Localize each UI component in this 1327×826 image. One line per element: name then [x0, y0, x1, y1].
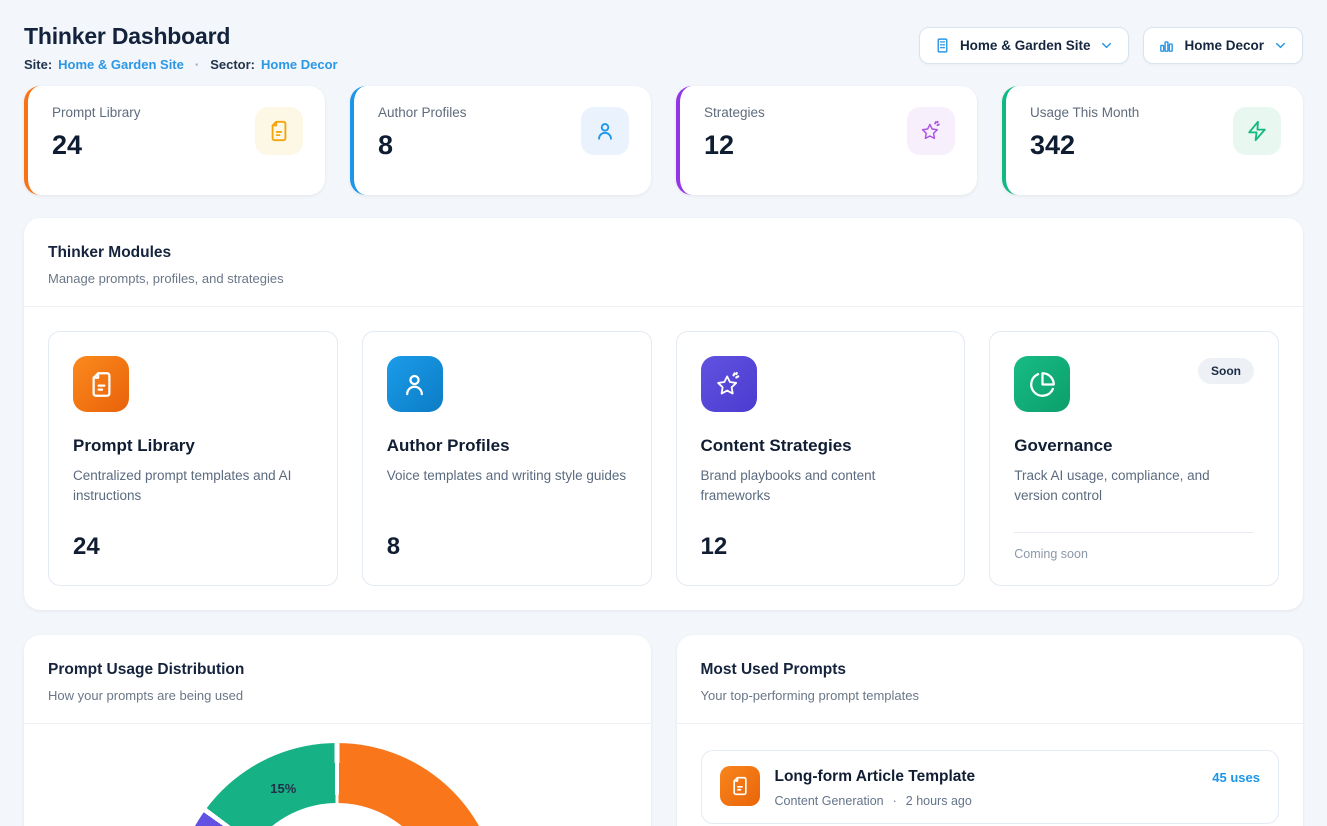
bar-chart-icon: [1158, 37, 1175, 54]
prompt-uses-count: 45 uses: [1212, 770, 1260, 785]
stat-text: Prompt Library 24: [52, 105, 141, 195]
prompt-list-item[interactable]: Long-form Article Template Content Gener…: [701, 750, 1280, 824]
prompt-item-meta: Content Generation · 2 hours ago: [775, 794, 976, 808]
module-card-author-profiles[interactable]: Author Profiles Voice templates and writ…: [362, 331, 652, 586]
header-controls: Home & Garden Site Home Decor: [919, 27, 1303, 64]
stat-label: Author Profiles: [378, 105, 467, 120]
module-description: Brand playbooks and content frameworks: [701, 466, 941, 507]
top-bar: Thinker Dashboard Site: Home & Garden Si…: [24, 22, 1303, 72]
site-selector-label: Home & Garden Site: [960, 38, 1091, 53]
sector-label: Sector:: [210, 57, 255, 72]
modules-grid: Prompt Library Centralized prompt templa…: [24, 307, 1303, 610]
module-count: 8: [387, 517, 627, 561]
thinker-modules-panel: Thinker Modules Manage prompts, profiles…: [24, 218, 1303, 610]
stat-value: 24: [52, 130, 141, 161]
prompt-time: 2 hours ago: [906, 794, 972, 808]
separator-dot: ·: [893, 794, 897, 808]
modules-title: Thinker Modules: [48, 244, 1279, 262]
module-title: Author Profiles: [387, 436, 627, 456]
user-icon: [581, 107, 629, 155]
document-icon: [720, 766, 760, 806]
lightning-icon: [1233, 107, 1281, 155]
stat-value: 8: [378, 130, 467, 161]
stat-text: Strategies 12: [704, 105, 765, 195]
stat-label: Strategies: [704, 105, 765, 120]
module-description: Track AI usage, compliance, and version …: [1014, 466, 1254, 507]
stat-label: Usage This Month: [1030, 105, 1139, 120]
modules-subtitle: Manage prompts, profiles, and strategies: [48, 271, 1279, 286]
module-title: Governance: [1014, 436, 1254, 456]
donut-chart[interactable]: 15%: [174, 743, 500, 826]
building-icon: [934, 37, 951, 54]
most-used-prompts-card: Most Used Prompts Your top-performing pr…: [677, 635, 1304, 826]
module-card-content-strategies[interactable]: Content Strategies Brand playbooks and c…: [676, 331, 966, 586]
header-left: Thinker Dashboard Site: Home & Garden Si…: [24, 22, 338, 72]
document-icon: [255, 107, 303, 155]
usage-card-title: Prompt Usage Distribution: [48, 661, 627, 679]
stat-card-usage: Usage This Month 342: [1002, 86, 1303, 195]
separator-dot: ·: [195, 57, 199, 72]
stat-card-strategies: Strategies 12: [676, 86, 977, 195]
prompts-card-title: Most Used Prompts: [701, 661, 1280, 679]
usage-distribution-card: Prompt Usage Distribution How your promp…: [24, 635, 651, 826]
stat-value: 342: [1030, 130, 1139, 161]
stat-text: Author Profiles 8: [378, 105, 467, 195]
module-description: Voice templates and writing style guides: [387, 466, 627, 486]
coming-soon-text: Coming soon: [1014, 533, 1254, 561]
stats-row: Prompt Library 24 Author Profiles 8: [24, 86, 1303, 195]
module-title: Prompt Library: [73, 436, 313, 456]
site-link[interactable]: Home & Garden Site: [58, 57, 184, 72]
site-label: Site:: [24, 57, 52, 72]
chevron-down-icon: [1273, 38, 1288, 53]
module-count: 12: [701, 517, 941, 561]
stat-card-prompt-library: Prompt Library 24: [24, 86, 325, 195]
chevron-down-icon: [1099, 38, 1114, 53]
sector-selector-dropdown[interactable]: Home Decor: [1143, 27, 1303, 64]
prompts-card-subtitle: Your top-performing prompt templates: [701, 688, 1280, 703]
stat-card-author-profiles: Author Profiles 8: [350, 86, 651, 195]
soon-badge: Soon: [1198, 358, 1254, 384]
module-count: 24: [73, 517, 313, 561]
sparkle-star-icon: [701, 356, 757, 412]
page-title: Thinker Dashboard: [24, 22, 338, 50]
bottom-row: Prompt Usage Distribution How your promp…: [24, 635, 1303, 826]
prompt-item-text: Long-form Article Template Content Gener…: [775, 766, 976, 808]
module-title: Content Strategies: [701, 436, 941, 456]
stat-value: 12: [704, 130, 765, 161]
document-icon: [73, 356, 129, 412]
pie-chart-icon: [1014, 356, 1070, 412]
module-description: Centralized prompt templates and AI inst…: [73, 466, 313, 507]
stat-text: Usage This Month 342: [1030, 105, 1139, 195]
user-icon: [387, 356, 443, 412]
site-selector-dropdown[interactable]: Home & Garden Site: [919, 27, 1130, 64]
module-card-prompt-library[interactable]: Prompt Library Centralized prompt templa…: [48, 331, 338, 586]
sparkle-star-icon: [907, 107, 955, 155]
prompts-card-header: Most Used Prompts Your top-performing pr…: [677, 635, 1304, 724]
prompt-category: Content Generation: [775, 794, 884, 808]
prompt-item-title: Long-form Article Template: [775, 768, 976, 787]
usage-card-header: Prompt Usage Distribution How your promp…: [24, 635, 651, 724]
module-card-governance[interactable]: Soon Governance Track AI usage, complian…: [989, 331, 1279, 586]
donut-segment-label: 15%: [270, 781, 296, 796]
modules-header: Thinker Modules Manage prompts, profiles…: [24, 218, 1303, 307]
usage-card-subtitle: How your prompts are being used: [48, 688, 627, 703]
stat-label: Prompt Library: [52, 105, 141, 120]
sector-selector-label: Home Decor: [1184, 38, 1264, 53]
donut-chart-area: 15%: [24, 724, 651, 826]
thinker-dashboard-page: Thinker Dashboard Site: Home & Garden Si…: [0, 0, 1327, 826]
breadcrumb: Site: Home & Garden Site · Sector: Home …: [24, 57, 338, 72]
sector-link[interactable]: Home Decor: [261, 57, 338, 72]
